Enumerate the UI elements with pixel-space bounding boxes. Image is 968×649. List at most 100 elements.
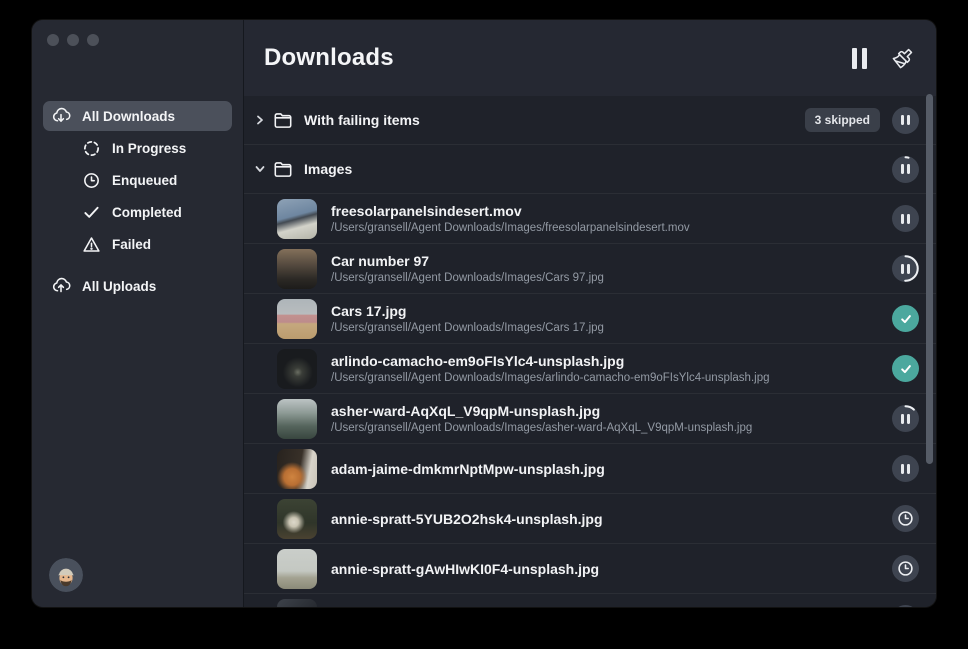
pause-button[interactable] bbox=[892, 205, 919, 232]
file-thumbnail bbox=[277, 499, 317, 539]
main-header: Downloads bbox=[244, 20, 936, 96]
file-name: adam-jaime-dmkmrNptMpw-unsplash.jpg bbox=[331, 461, 605, 477]
download-row[interactable] bbox=[244, 593, 936, 607]
download-row[interactable]: freesolarpanelsindesert.mov/Users/granse… bbox=[244, 193, 936, 243]
file-thumbnail bbox=[277, 299, 317, 339]
zoom-button[interactable] bbox=[87, 34, 99, 46]
file-name: freesolarpanelsindesert.mov bbox=[331, 203, 690, 219]
file-name: arlindo-camacho-em9oFIsYlc4-unsplash.jpg bbox=[331, 353, 770, 369]
folder-row[interactable]: Images bbox=[244, 144, 936, 193]
completed-check-button[interactable] bbox=[892, 305, 919, 332]
download-row[interactable]: annie-spratt-gAwHIwKI0F4-unsplash.jpg bbox=[244, 543, 936, 593]
download-row[interactable]: asher-ward-AqXqL_V9qpM-unsplash.jpg/User… bbox=[244, 393, 936, 443]
enqueued-clock-button[interactable] bbox=[892, 505, 919, 532]
download-row[interactable]: Cars 17.jpg/Users/gransell/Agent Downloa… bbox=[244, 293, 936, 343]
clear-list-button[interactable] bbox=[891, 47, 914, 70]
pause-icon bbox=[901, 264, 910, 274]
file-thumbnail bbox=[277, 449, 317, 489]
skipped-badge: 3 skipped bbox=[805, 108, 880, 132]
sidebar-item-label: All Downloads bbox=[82, 109, 175, 124]
pause-all-button[interactable] bbox=[852, 48, 867, 69]
sidebar-item-label: Enqueued bbox=[112, 173, 177, 188]
cloud-upload-icon bbox=[50, 275, 72, 297]
progress-spinner-icon bbox=[80, 137, 102, 159]
minimize-button[interactable] bbox=[67, 34, 79, 46]
file-name: asher-ward-AqXqL_V9qpM-unsplash.jpg bbox=[331, 403, 752, 419]
sidebar-item-label: In Progress bbox=[112, 141, 186, 156]
pause-icon bbox=[901, 414, 910, 424]
file-name: Car number 97 bbox=[331, 253, 604, 269]
download-row[interactable]: adam-jaime-dmkmrNptMpw-unsplash.jpg bbox=[244, 443, 936, 493]
pause-button[interactable] bbox=[892, 405, 919, 432]
download-row[interactable]: arlindo-camacho-em9oFIsYlc4-unsplash.jpg… bbox=[244, 343, 936, 393]
avatar-image bbox=[49, 558, 83, 592]
file-meta: arlindo-camacho-em9oFIsYlc4-unsplash.jpg… bbox=[331, 353, 770, 384]
file-meta: Cars 17.jpg/Users/gransell/Agent Downloa… bbox=[331, 303, 604, 334]
app-window: All Downloads In Progress Enqueued Complete… bbox=[32, 20, 936, 607]
file-name: annie-spratt-5YUB2O2hsk4-unsplash.jpg bbox=[331, 511, 603, 527]
file-meta: adam-jaime-dmkmrNptMpw-unsplash.jpg bbox=[331, 461, 605, 477]
file-thumbnail bbox=[277, 599, 317, 608]
pause-icon bbox=[901, 115, 910, 125]
warning-icon bbox=[80, 233, 102, 255]
file-name: annie-spratt-gAwHIwKI0F4-unsplash.jpg bbox=[331, 561, 599, 577]
file-thumbnail bbox=[277, 549, 317, 589]
file-thumbnail bbox=[277, 399, 317, 439]
pause-icon bbox=[901, 214, 910, 224]
file-meta: freesolarpanelsindesert.mov/Users/granse… bbox=[331, 203, 690, 234]
file-path: /Users/gransell/Agent Downloads/Images/f… bbox=[331, 222, 690, 234]
clock-icon bbox=[80, 169, 102, 191]
folder-icon bbox=[272, 109, 294, 131]
file-path: /Users/gransell/Agent Downloads/Images/a… bbox=[331, 372, 770, 384]
file-path: /Users/gransell/Agent Downloads/Images/C… bbox=[331, 322, 604, 334]
main-panel: Downloads With failing items 3 skipped Ima… bbox=[243, 20, 936, 607]
user-avatar[interactable] bbox=[49, 558, 83, 592]
enqueued-clock-button[interactable] bbox=[892, 605, 919, 607]
folder-name: With failing items bbox=[304, 112, 420, 128]
folder-icon bbox=[272, 158, 294, 180]
sidebar-item-completed[interactable]: Completed bbox=[73, 197, 232, 227]
file-meta: Car number 97/Users/gransell/Agent Downl… bbox=[331, 253, 604, 284]
scrollbar-thumb[interactable] bbox=[926, 94, 933, 464]
download-list: With failing items 3 skipped Images freesol… bbox=[244, 96, 936, 607]
pause-button[interactable] bbox=[892, 255, 919, 282]
file-meta: annie-spratt-gAwHIwKI0F4-unsplash.jpg bbox=[331, 561, 599, 577]
sidebar-item-all-downloads[interactable]: All Downloads bbox=[43, 101, 232, 131]
sidebar-item-label: Completed bbox=[112, 205, 182, 220]
pause-icon bbox=[852, 48, 867, 69]
sidebar-item-enqueued[interactable]: Enqueued bbox=[73, 165, 232, 195]
file-thumbnail bbox=[277, 349, 317, 389]
sidebar-item-failed[interactable]: Failed bbox=[73, 229, 232, 259]
broom-icon bbox=[891, 47, 914, 70]
file-name: Cars 17.jpg bbox=[331, 303, 604, 319]
sidebar-item-in-progress[interactable]: In Progress bbox=[73, 133, 232, 163]
completed-check-button[interactable] bbox=[892, 355, 919, 382]
pause-button[interactable] bbox=[892, 107, 919, 134]
chevron-right-icon[interactable] bbox=[251, 112, 268, 128]
sidebar-item-all-uploads[interactable]: All Uploads bbox=[43, 271, 232, 301]
file-path: /Users/gransell/Agent Downloads/Images/a… bbox=[331, 422, 752, 434]
folder-row[interactable]: With failing items 3 skipped bbox=[244, 96, 936, 144]
file-thumbnail bbox=[277, 199, 317, 239]
pause-button[interactable] bbox=[892, 156, 919, 183]
close-button[interactable] bbox=[47, 34, 59, 46]
chevron-down-icon[interactable] bbox=[251, 161, 268, 177]
enqueued-clock-button[interactable] bbox=[892, 555, 919, 582]
file-path: /Users/gransell/Agent Downloads/Images/C… bbox=[331, 272, 604, 284]
header-actions bbox=[852, 47, 914, 70]
sidebar-item-label: All Uploads bbox=[82, 279, 156, 294]
sidebar-nav: All Downloads In Progress Enqueued Complete… bbox=[32, 101, 243, 303]
pause-icon bbox=[901, 464, 910, 474]
sidebar: All Downloads In Progress Enqueued Complete… bbox=[32, 20, 243, 607]
folder-name: Images bbox=[304, 161, 352, 177]
window-controls bbox=[47, 34, 99, 46]
pause-icon bbox=[901, 164, 910, 174]
download-row[interactable]: Car number 97/Users/gransell/Agent Downl… bbox=[244, 243, 936, 293]
cloud-download-icon bbox=[50, 105, 72, 127]
download-row[interactable]: annie-spratt-5YUB2O2hsk4-unsplash.jpg bbox=[244, 493, 936, 543]
sidebar-item-label: Failed bbox=[112, 237, 151, 252]
pause-button[interactable] bbox=[892, 455, 919, 482]
file-meta: annie-spratt-5YUB2O2hsk4-unsplash.jpg bbox=[331, 511, 603, 527]
file-thumbnail bbox=[277, 249, 317, 289]
page-title: Downloads bbox=[264, 44, 394, 72]
